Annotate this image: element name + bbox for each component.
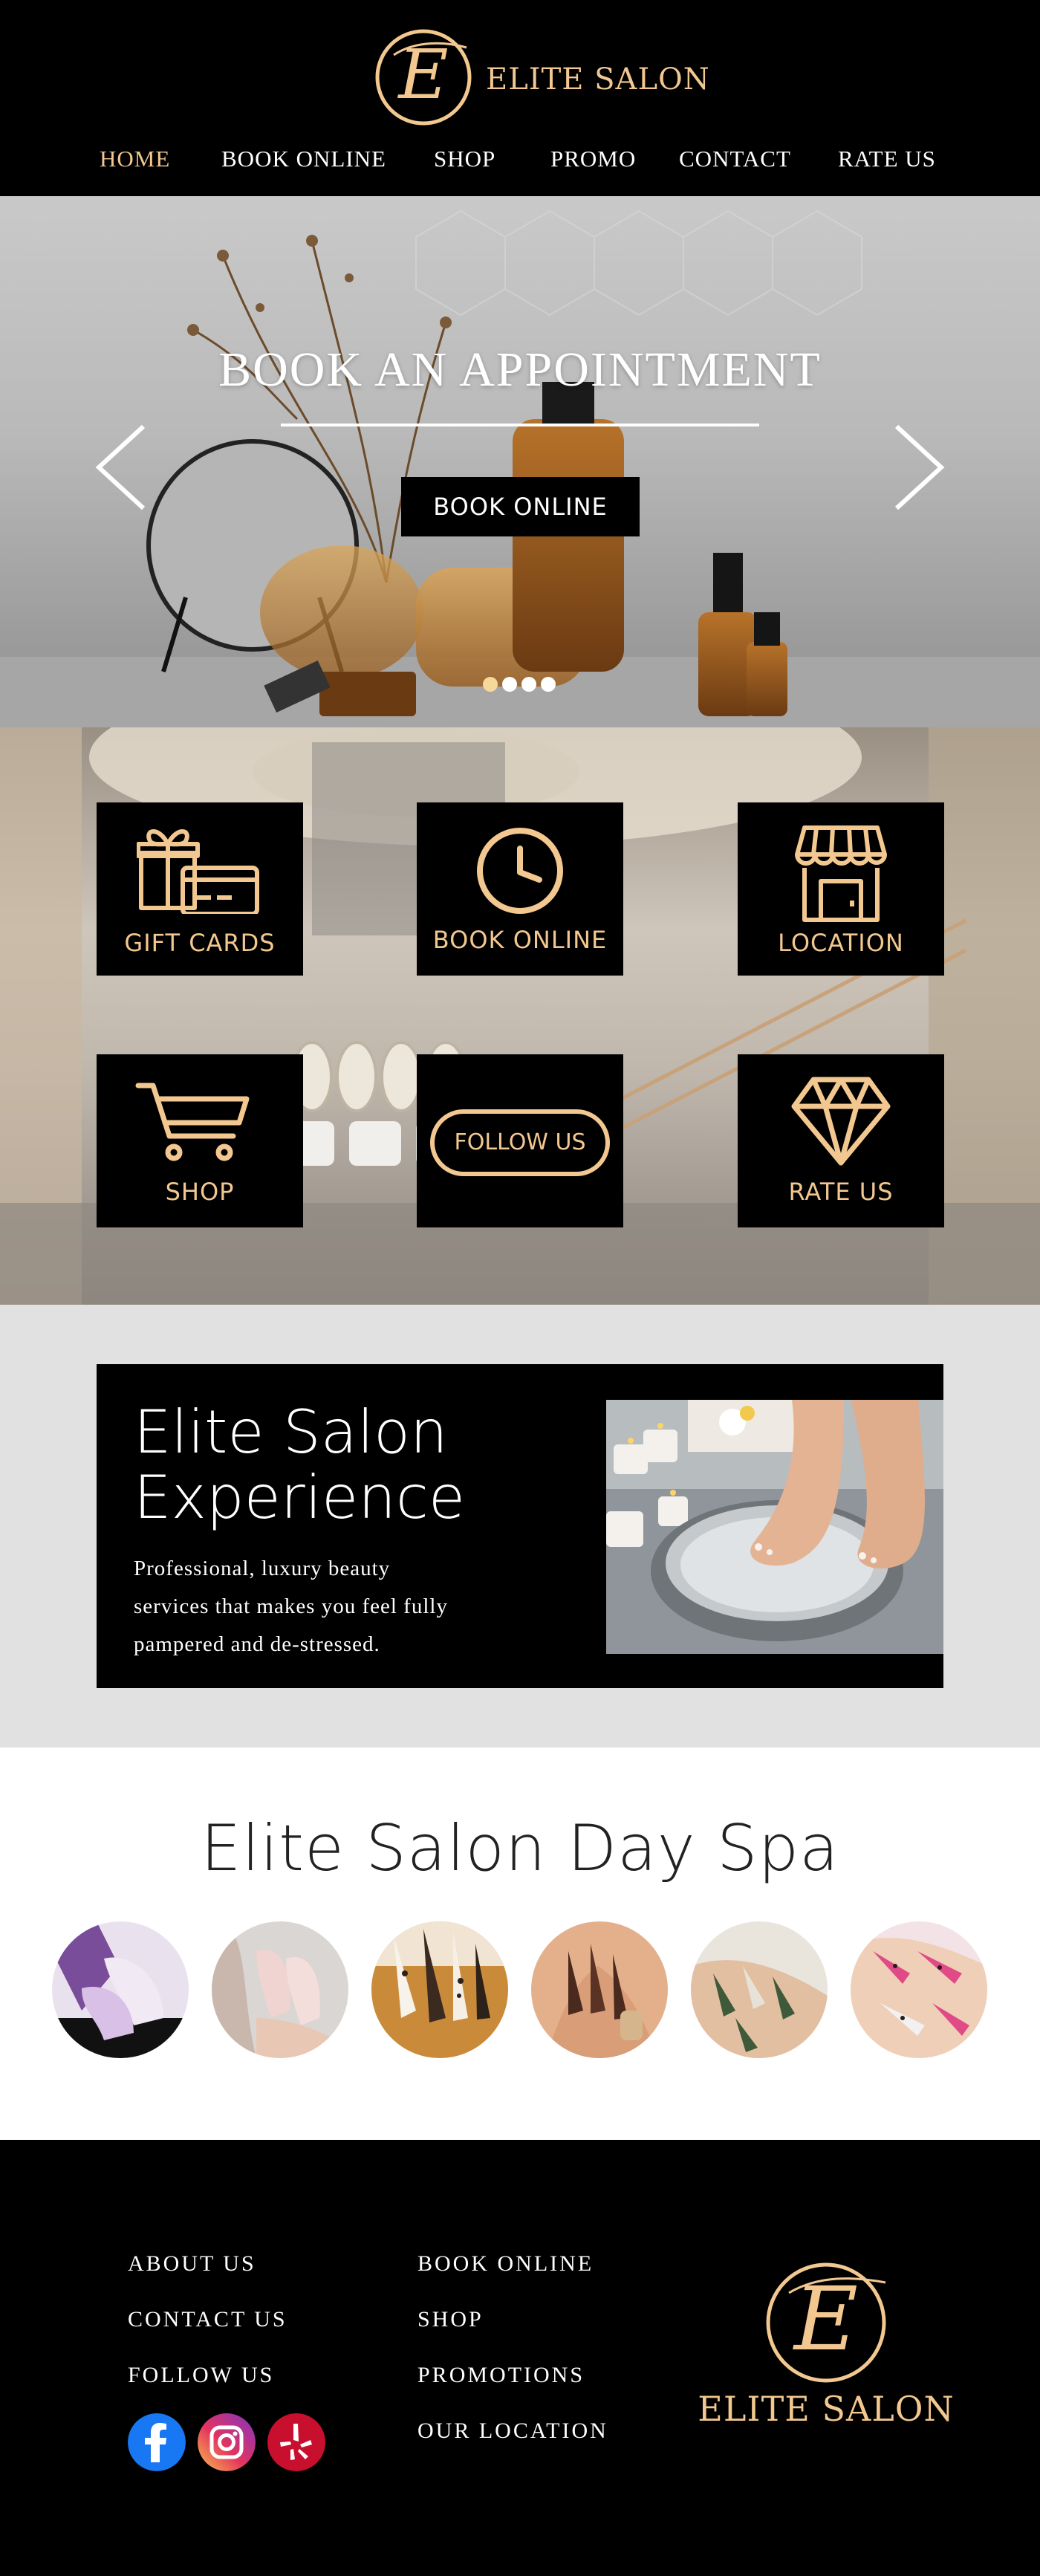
slider-dot-1[interactable] <box>483 677 498 692</box>
nav-item-promo[interactable]: PROMO <box>550 146 636 172</box>
nav-item-shop[interactable]: SHOP <box>434 146 495 172</box>
footer-link-shop[interactable]: SHOP <box>417 2307 484 2332</box>
tile-label-location: LOCATION <box>778 929 904 957</box>
gallery-image-5[interactable] <box>691 1921 828 2058</box>
gallery-image-2[interactable] <box>212 1921 348 2058</box>
hero-slider: BOOK AN APPOINTMENT BOOK ONLINE <box>0 196 1040 727</box>
nav-item-contact[interactable]: CONTACT <box>679 146 791 172</box>
svg-text:E: E <box>793 2268 858 2370</box>
gift-card-icon <box>137 829 259 914</box>
footer-monogram-logo-icon[interactable]: E <box>762 2259 890 2387</box>
shopping-cart-icon <box>135 1083 250 1161</box>
tile-location[interactable]: LOCATION <box>738 802 944 976</box>
main-nav: HOME BOOK ONLINE SHOP PROMO CONTACT RATE… <box>0 146 1040 178</box>
slider-dot-3[interactable] <box>521 677 536 692</box>
pedicure-photo <box>606 1400 943 1654</box>
footer-link-about-us[interactable]: ABOUT US <box>128 2251 256 2277</box>
gallery-image-6[interactable] <box>851 1921 987 2058</box>
brand-name[interactable]: ELITE SALON <box>486 62 710 97</box>
nav-item-home[interactable]: HOME <box>100 146 170 172</box>
experience-section: Elite Salon Experience Professional, lux… <box>0 1305 1040 1748</box>
tile-book-online[interactable]: BOOK ONLINE <box>417 802 623 976</box>
gallery-image-1[interactable] <box>52 1921 189 2058</box>
experience-description: Professional, luxury beauty services tha… <box>134 1550 520 1664</box>
experience-desc-line-1: Professional, luxury beauty <box>134 1557 391 1580</box>
nav-item-book-online[interactable]: BOOK ONLINE <box>221 146 386 172</box>
footer-link-promotions[interactable]: PROMOTIONS <box>417 2363 585 2388</box>
footer-brand-name[interactable]: ELITE SALON <box>683 2389 969 2429</box>
experience-title-line-1: Elite Salon <box>134 1398 448 1467</box>
brand: E ELITE SALON <box>0 25 1040 129</box>
experience-desc-line-2: services that makes you feel fully <box>134 1594 448 1618</box>
tile-rate-us[interactable]: RATE US <box>738 1054 944 1227</box>
footer-link-contact-us[interactable]: CONTACT US <box>128 2307 287 2332</box>
day-spa-section: Elite Salon Day Spa <box>0 1748 1040 2140</box>
experience-title: Elite Salon Experience <box>134 1400 465 1531</box>
monogram-logo-icon[interactable]: E <box>371 25 475 129</box>
slider-dot-4[interactable] <box>541 677 556 692</box>
clock-icon <box>477 828 563 914</box>
tile-label-gift-cards: GIFT CARDS <box>124 929 276 957</box>
hero-book-online-button[interactable]: BOOK ONLINE <box>401 477 640 536</box>
quick-links-section: GIFT CARDS BOOK ONLINE LOCATION SHOP FOL… <box>0 727 1040 1305</box>
hero-title: BOOK AN APPOINTMENT <box>218 343 822 397</box>
yelp-icon[interactable] <box>267 2413 325 2471</box>
hero-background-image <box>0 210 1040 727</box>
chevron-left-icon[interactable] <box>95 423 147 512</box>
gallery-image-4[interactable] <box>531 1921 668 2058</box>
tile-follow-us[interactable]: FOLLOW US <box>417 1054 623 1227</box>
facebook-icon[interactable] <box>128 2413 186 2471</box>
footer-link-our-location[interactable]: OUR LOCATION <box>417 2418 608 2444</box>
diamond-icon <box>791 1077 891 1166</box>
day-spa-title: Elite Salon Day Spa <box>201 1811 839 1886</box>
follow-us-pill: FOLLOW US <box>430 1109 610 1176</box>
footer-link-book-online[interactable]: BOOK ONLINE <box>417 2251 594 2277</box>
svg-text:E: E <box>397 35 448 114</box>
tile-label-book-online: BOOK ONLINE <box>432 926 608 954</box>
experience-desc-line-3: pampered and de-stressed. <box>134 1632 380 1656</box>
chevron-right-icon[interactable] <box>893 423 945 512</box>
slider-dot-2[interactable] <box>502 677 517 692</box>
tile-shop[interactable]: SHOP <box>97 1054 303 1227</box>
experience-card: Elite Salon Experience Professional, lux… <box>97 1364 943 1688</box>
site-header: E ELITE SALON HOME BOOK ONLINE SHOP PROM… <box>0 0 1040 196</box>
storefront-icon <box>795 825 887 922</box>
site-footer: ABOUT US CONTACT US FOLLOW US BOOK ONLIN… <box>0 2140 1040 2576</box>
nav-item-rate-us[interactable]: RATE US <box>838 146 936 172</box>
tile-gift-cards[interactable]: GIFT CARDS <box>97 802 303 976</box>
experience-title-line-2: Experience <box>134 1463 466 1532</box>
gallery-image-3[interactable] <box>371 1921 508 2058</box>
hero-divider <box>281 424 759 426</box>
tile-label-rate-us: RATE US <box>788 1178 894 1206</box>
tile-label-shop: SHOP <box>165 1178 235 1206</box>
instagram-icon[interactable] <box>198 2413 256 2471</box>
footer-link-follow-us[interactable]: FOLLOW US <box>128 2363 274 2388</box>
